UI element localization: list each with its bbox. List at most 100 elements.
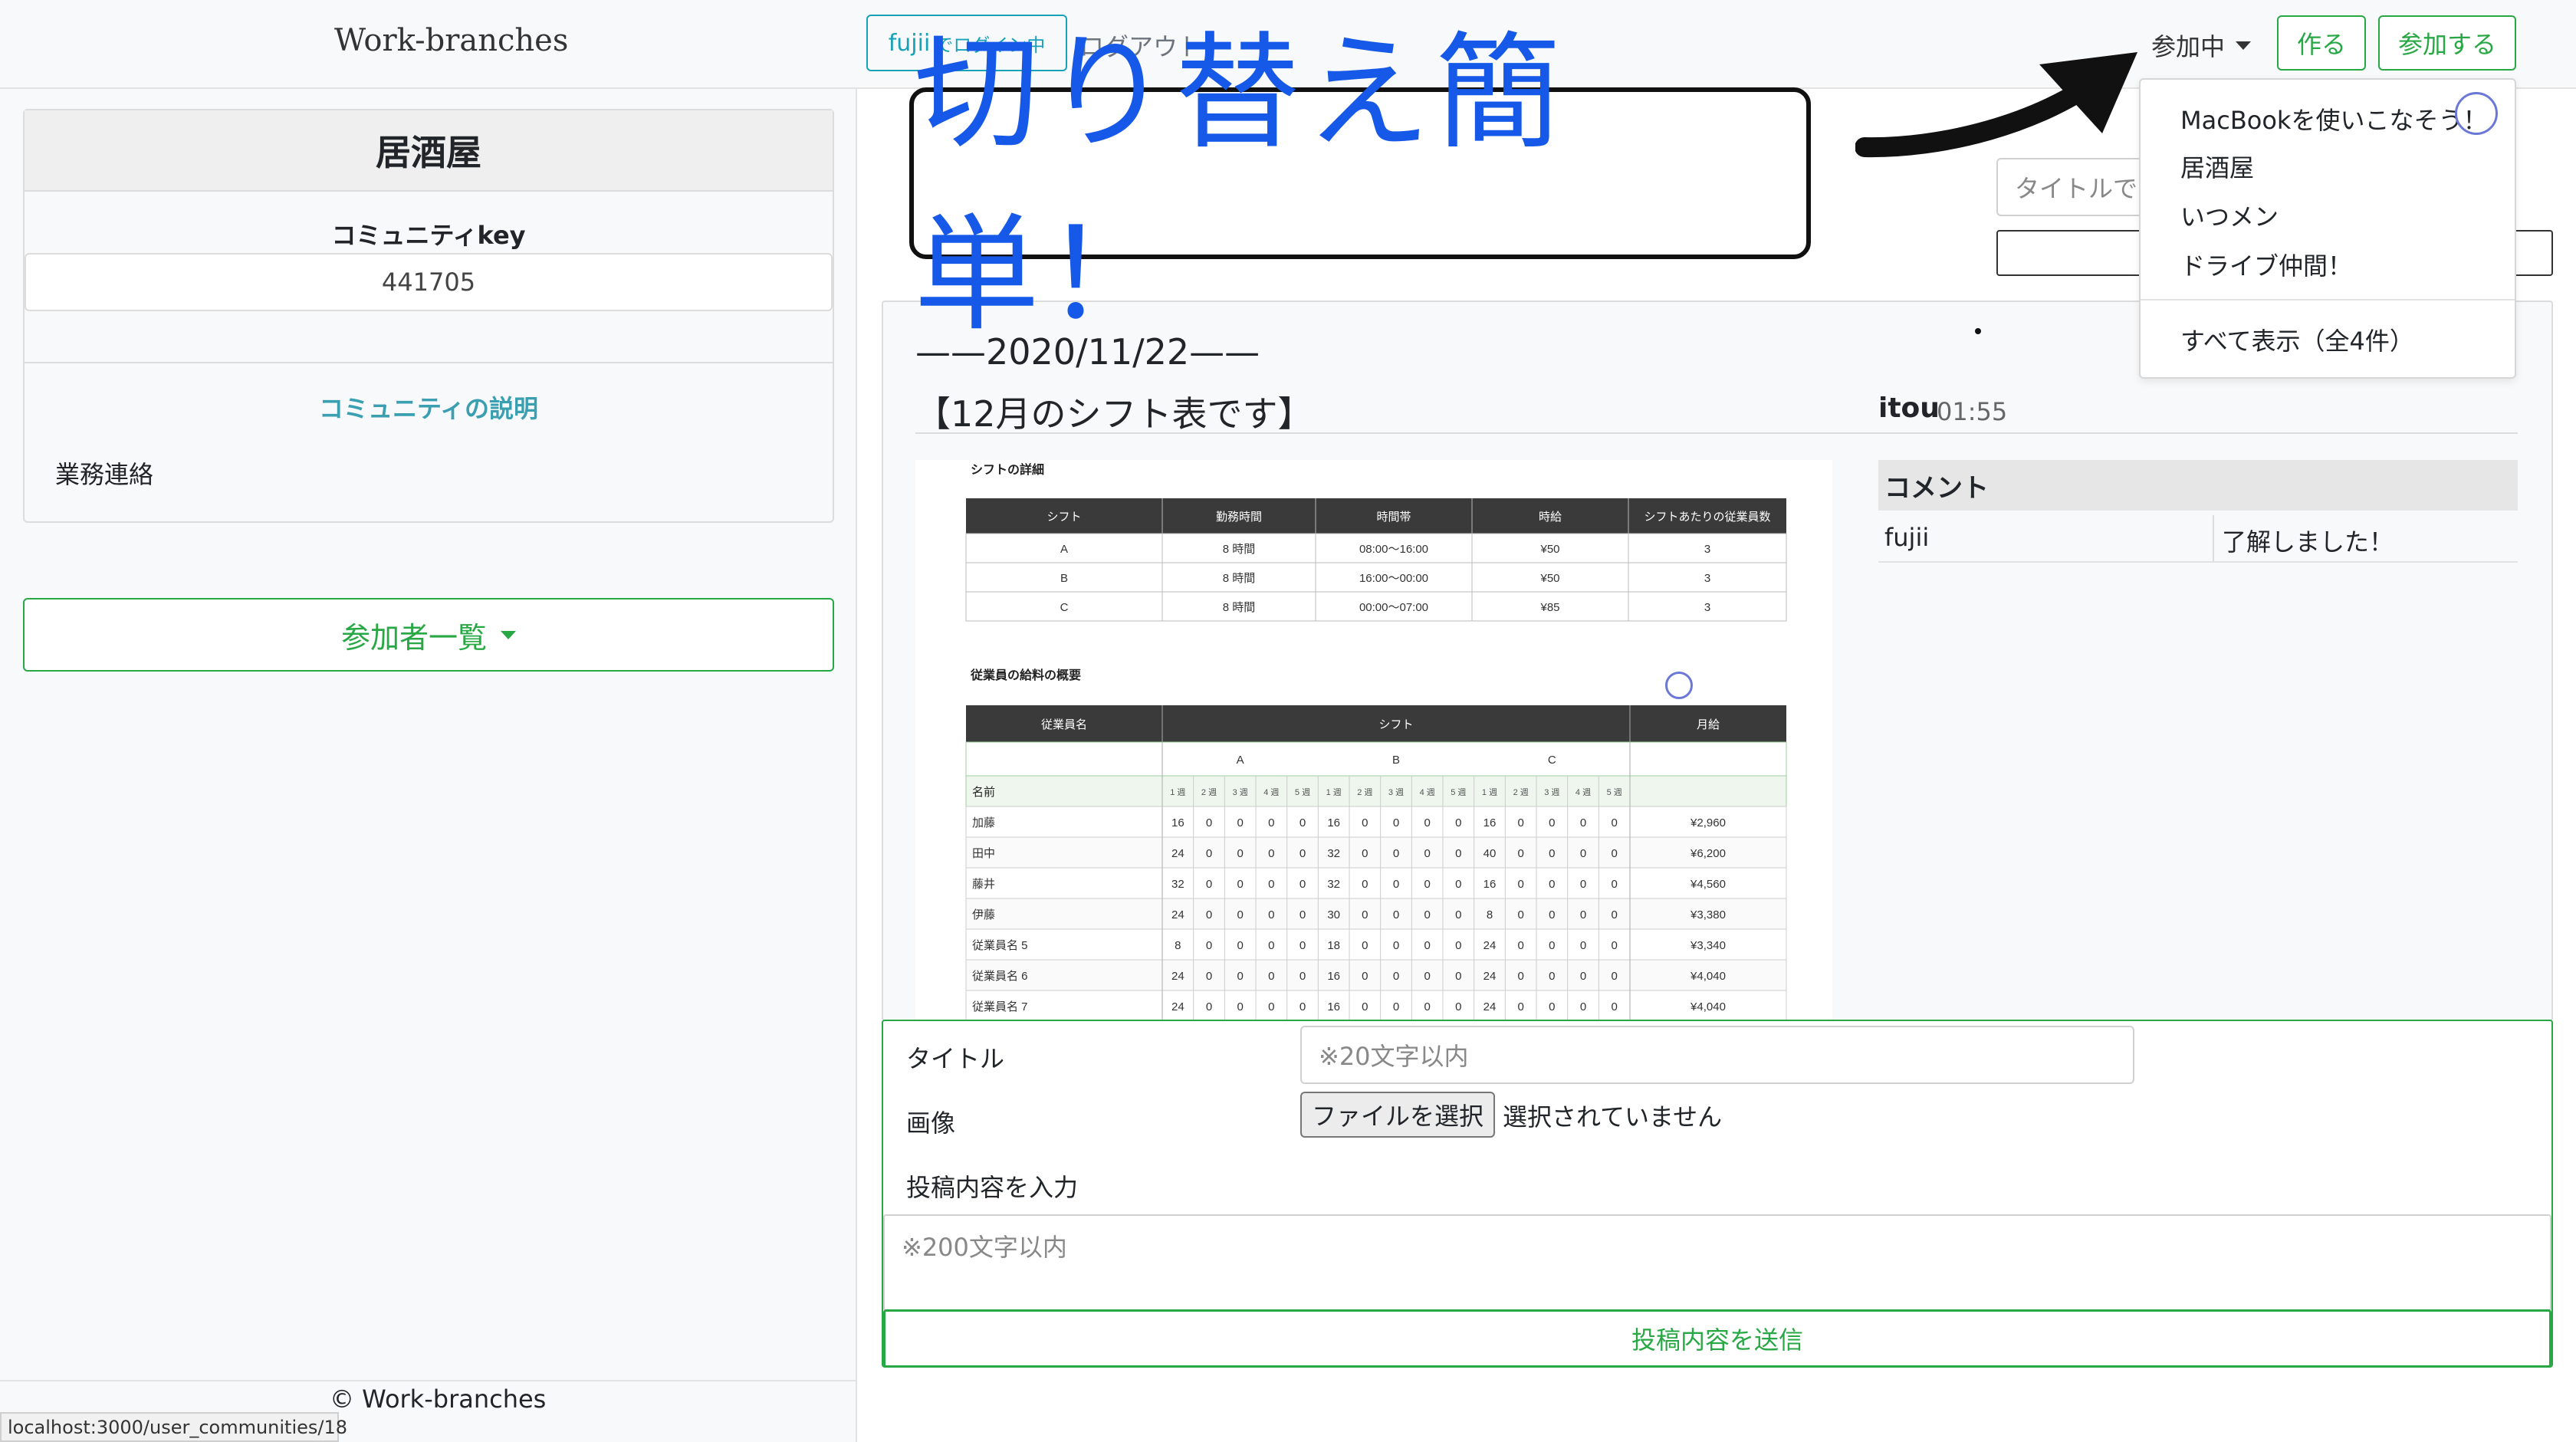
salary-summary-table: 従業員名 シフト 月給 A B C 名前 1 週 2 週 3 週 4 週 5 週 1 週 2 週 3 週 4 … xyxy=(965,705,1787,1021)
pay-table-header-cell: 月給 xyxy=(1697,718,1720,731)
pay-table-hours: 24 xyxy=(1484,939,1497,952)
shift-detail-table: シフト 勤務時間 時間帯 時給 シフトあたりの従業員数 A 8 時間 08:00〜16:00 ¥… xyxy=(965,498,1787,622)
pay-table-row xyxy=(965,928,1787,961)
shift-table-cell: B xyxy=(1060,572,1068,585)
joined-communities-dropdown-toggle[interactable]: 参加中 xyxy=(2151,28,2252,63)
pay-table-hours: 0 xyxy=(1455,878,1461,891)
pay-table-hours: 24 xyxy=(1171,847,1184,860)
pay-table-hours: 0 xyxy=(1206,878,1212,891)
pay-table-week-label: 5 週 xyxy=(1607,787,1622,797)
dropdown-item-show-all[interactable]: すべて表示（全4件） xyxy=(2141,316,2515,363)
cursor-indicator xyxy=(2455,92,2498,135)
pay-table-hours: 0 xyxy=(1206,939,1212,952)
pay-table-salary: ¥3,380 xyxy=(1690,908,1726,921)
pay-table-row xyxy=(965,898,1787,930)
shift-table-cell: 08:00〜16:00 xyxy=(1359,543,1428,556)
brand-logo[interactable]: Work-branches xyxy=(334,23,568,58)
pay-table-header-cell: 従業員名 xyxy=(1041,718,1087,731)
stray-dot xyxy=(1975,328,1981,334)
pay-table-hours: 0 xyxy=(1362,970,1368,983)
pay-table-hours: 0 xyxy=(1362,1000,1368,1013)
pay-table-week-label: 2 週 xyxy=(1513,787,1529,797)
pay-table-hours: 0 xyxy=(1611,878,1617,891)
pay-table-salary: ¥3,340 xyxy=(1690,939,1726,952)
join-community-button[interactable]: 参加する xyxy=(2378,15,2516,71)
pay-table-group-label: A xyxy=(1237,754,1244,767)
comments-header: コメント xyxy=(1878,460,2518,511)
pay-table-hours: 0 xyxy=(1455,939,1461,952)
pay-table-week-label: 3 週 xyxy=(1233,787,1248,797)
pay-table-hours: 0 xyxy=(1517,970,1523,983)
pay-table-hours: 0 xyxy=(1455,1000,1461,1013)
pay-table-name: 従業員名 6 xyxy=(972,970,1028,983)
shift-table-cell: 8 時間 xyxy=(1223,572,1256,585)
dropdown-item-drive[interactable]: ドライブ仲間！ xyxy=(2141,241,2515,288)
pay-table-salary: ¥6,200 xyxy=(1690,847,1726,860)
pay-table-name-header: 名前 xyxy=(972,786,995,799)
shift-table-header-cell: 勤務時間 xyxy=(1216,511,1262,524)
pay-table-hours: 0 xyxy=(1393,878,1399,891)
pay-table-hours: 0 xyxy=(1611,1000,1617,1013)
dropdown-item-izakaya[interactable]: 居酒屋 xyxy=(2141,143,2515,190)
pay-table-week-label: 5 週 xyxy=(1295,787,1310,797)
submit-post-button[interactable]: 投稿内容を送信 xyxy=(883,1309,2551,1368)
comment-user: fujii xyxy=(1884,523,1930,552)
annotation-callout: 切り替え簡単！ xyxy=(909,20,1811,348)
community-key-field[interactable]: 441705 xyxy=(25,253,833,311)
pay-table-hours: 24 xyxy=(1484,1000,1497,1013)
annotation-arrow-icon xyxy=(1855,52,2137,158)
pay-table-hours: 0 xyxy=(1268,908,1274,921)
pay-table-name: 田中 xyxy=(972,847,995,860)
dropdown-divider xyxy=(2141,299,2515,301)
pay-table-hours: 8 xyxy=(1175,939,1181,952)
pay-table-salary: ¥2,960 xyxy=(1690,816,1726,829)
shift-table-cell: ¥50 xyxy=(1539,572,1559,585)
pay-table-name: 従業員名 7 xyxy=(972,1000,1028,1013)
pay-table-hours: 0 xyxy=(1300,939,1306,952)
pay-table-hours: 0 xyxy=(1580,939,1586,952)
community-key-label: コミュニティkey xyxy=(331,221,526,250)
pay-table-hours: 0 xyxy=(1237,908,1243,921)
file-select-button[interactable]: ファイルを選択 xyxy=(1300,1092,1495,1138)
pay-table-week-label: 2 週 xyxy=(1357,787,1372,797)
pay-table-hours: 0 xyxy=(1424,970,1430,983)
pay-table-group-label: B xyxy=(1392,754,1400,767)
pay-table-hours: 0 xyxy=(1393,816,1399,829)
pay-table-row xyxy=(965,867,1787,899)
pay-table-hours: 0 xyxy=(1300,908,1306,921)
shift-table-cell: ¥85 xyxy=(1539,601,1559,614)
shift-table-cell: 8 時間 xyxy=(1223,601,1256,614)
pay-table-hours: 0 xyxy=(1362,878,1368,891)
community-description-label: コミュニティの説明 xyxy=(318,394,539,423)
pay-table-hours: 0 xyxy=(1206,970,1212,983)
pay-table-hours: 0 xyxy=(1237,939,1243,952)
pay-table-week-label: 4 週 xyxy=(1420,787,1435,797)
pay-table-hours: 0 xyxy=(1362,847,1368,860)
pay-table-salary: ¥4,040 xyxy=(1690,1000,1726,1013)
pay-table-hours: 0 xyxy=(1549,939,1555,952)
pay-table-hours: 16 xyxy=(1171,816,1184,829)
shift-table-cell: 8 時間 xyxy=(1223,543,1256,556)
shift-table-cell: A xyxy=(1060,543,1068,556)
pay-table-week-label: 1 週 xyxy=(1170,787,1185,797)
pay-table-hours: 32 xyxy=(1327,878,1340,891)
pay-table-hours: 16 xyxy=(1327,816,1340,829)
shift-table-image: シフトの詳細 シフト 勤務時間 時間帯 時給 シフトあたりの従業員数 A 8 時間 08:00… xyxy=(965,462,1787,1021)
form-body-textarea[interactable]: ※200文字以内 xyxy=(883,1214,2551,1311)
pay-table-hours: 18 xyxy=(1327,939,1340,952)
pay-table-hours: 8 xyxy=(1487,908,1493,921)
pay-table-hours: 0 xyxy=(1580,1000,1586,1013)
pay-table-hours: 16 xyxy=(1327,1000,1340,1013)
form-title-input[interactable]: ※20文字以内 xyxy=(1300,1026,2134,1084)
members-list-button[interactable]: 参加者一覧 xyxy=(23,598,834,672)
pay-table-name: 従業員名 5 xyxy=(972,939,1028,952)
pay-table-row xyxy=(965,836,1787,869)
pay-table-hours: 24 xyxy=(1484,970,1497,983)
pay-table-week-label: 3 週 xyxy=(1388,787,1404,797)
dropdown-item-itsumen[interactable]: いつメン xyxy=(2141,192,2515,239)
pay-table-hours: 0 xyxy=(1424,878,1430,891)
pay-table-hours: 0 xyxy=(1424,1000,1430,1013)
pay-table-hours: 0 xyxy=(1206,1000,1212,1013)
pay-table-hours: 0 xyxy=(1455,970,1461,983)
create-community-button[interactable]: 作る xyxy=(2277,15,2366,71)
